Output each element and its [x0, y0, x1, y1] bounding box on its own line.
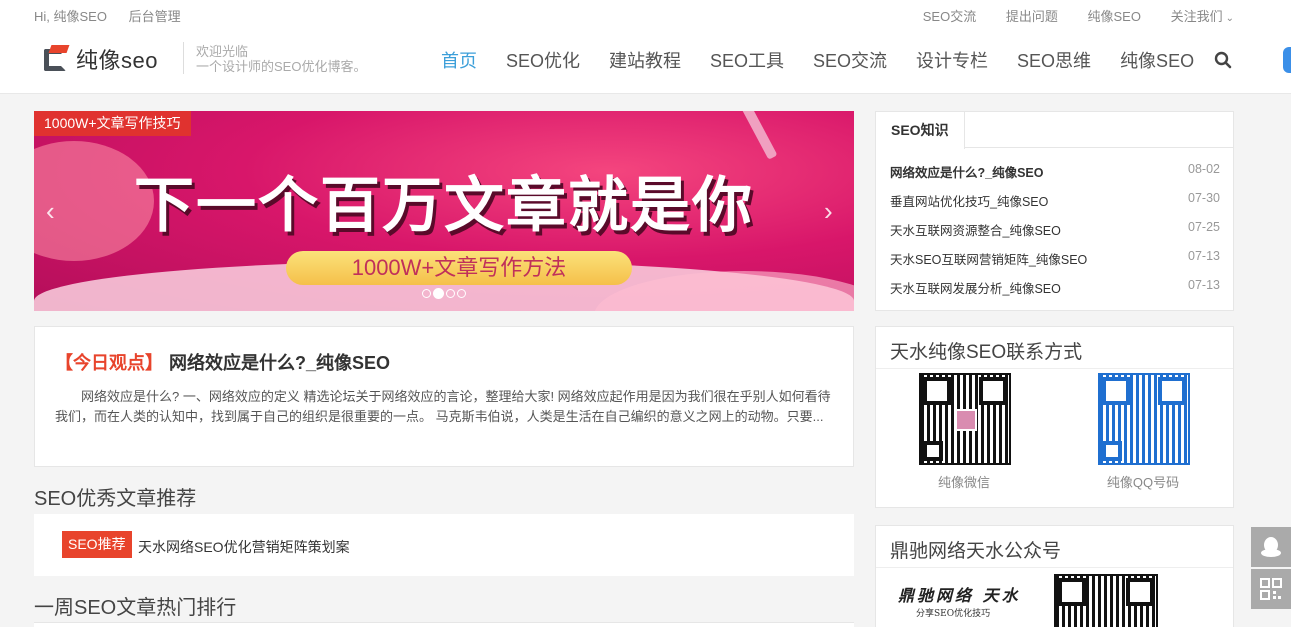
recommend-badge: SEO推荐 [62, 531, 132, 558]
chevron-left-icon[interactable]: ‹ [46, 198, 62, 224]
today-title[interactable]: 【今日观点】 网络效应是什么?_纯像SEO [55, 349, 390, 375]
nav-item-seo-tools[interactable]: SEO工具 [710, 47, 784, 73]
top-link-follow[interactable]: 关注我们 ⌄ [1171, 9, 1234, 24]
recommend-item[interactable]: SEO推荐 天水网络SEO优化营销矩阵策划案 [34, 514, 854, 576]
chevron-right-icon[interactable]: › [824, 198, 840, 224]
qq-label: 纯像QQ号码 [1106, 475, 1180, 490]
nav-item-seo-exchange[interactable]: SEO交流 [813, 47, 887, 73]
chevron-down-icon: ⌄ [1225, 13, 1234, 24]
today-excerpt: 网络效应是什么? 一、网络效应的定义 精选论坛关于网络效应的言论，整理给大家! … [55, 389, 831, 424]
slogan-line-2: 一个设计师的SEO优化博客。 [196, 59, 367, 74]
wechat-label: 纯像微信 [937, 475, 990, 490]
nav-item-chunxiang[interactable]: 纯像SEO [1120, 47, 1194, 73]
qrcode-icon [1260, 578, 1282, 600]
banner-headline: 下一个百万文章就是你 [134, 171, 754, 241]
qrcode-float-button[interactable] [1251, 569, 1291, 609]
logo-divider [183, 42, 184, 74]
contact-widget: 天水纯像SEO联系方式 纯像微信 纯像QQ号码 [875, 326, 1234, 508]
pencil-decoration [740, 111, 778, 160]
today-viewpoint-card: 【今日观点】 网络效应是什么?_纯像SEO 网络效应是什么? 一、网络效应的定义 … [34, 326, 854, 467]
contact-title: 天水纯像SEO联系方式 [890, 342, 1083, 363]
nav-item-seo-optimize[interactable]: SEO优化 [506, 47, 580, 73]
section-title-weekly: 一周SEO文章热门排行 [34, 597, 237, 619]
top-link-chunxiang[interactable]: 纯像SEO [1088, 9, 1141, 24]
nav-item-home[interactable]: 首页 [441, 47, 477, 73]
gzh-brand-sub: 分享SEO优化技巧 [916, 609, 991, 619]
seo-knowledge-widget: SEO知识 网络效应是什么?_纯像SEO 08-02 垂直网站优化技巧_纯像SEO… [875, 111, 1234, 311]
banner-tag: 1000W+文章写作技巧 [34, 111, 191, 136]
slide-dot[interactable] [457, 289, 466, 298]
list-item[interactable]: 网络效应是什么?_纯像SEO 08-02 [890, 162, 1220, 191]
section-title-recommend: SEO优秀文章推荐 [34, 488, 197, 510]
share-tab[interactable] [1283, 47, 1291, 73]
list-item[interactable]: 天水互联网资源整合_纯像SEO 07-25 [890, 220, 1220, 249]
qq-qr-code [1098, 373, 1190, 465]
logo-mark-icon [44, 45, 70, 73]
today-label: 【今日观点】 [55, 353, 163, 373]
site-slogan: 欢迎光临 一个设计师的SEO优化博客。 [196, 44, 366, 74]
gzh-qr-code [1054, 574, 1158, 627]
nav-item-design[interactable]: 设计专栏 [916, 47, 988, 73]
slogan-line-1: 欢迎光临 [196, 44, 249, 59]
logo-text: 纯像seo [76, 48, 158, 73]
slide-dot-active[interactable] [433, 288, 444, 299]
slide-dot[interactable] [422, 289, 431, 298]
nav-item-site-tutorial[interactable]: 建站教程 [609, 47, 681, 73]
today-article-title[interactable]: 网络效应是什么?_纯像SEO [169, 353, 390, 373]
wechat-qr-code [919, 373, 1011, 465]
gzh-brand: 鼎驰网络 天水 [898, 586, 1021, 605]
gzh-title: 鼎驰网络天水公众号 [890, 541, 1062, 562]
list-item[interactable]: 垂直网站优化技巧_纯像SEO 07-30 [890, 191, 1220, 220]
tab-seo-knowledge[interactable]: SEO知识 [876, 112, 965, 149]
admin-link[interactable]: 后台管理 [129, 9, 181, 24]
nav-item-seo-thinking[interactable]: SEO思维 [1017, 47, 1091, 73]
recommend-text[interactable]: 天水网络SEO优化营销矩阵策划案 [138, 537, 350, 557]
slide-dot[interactable] [446, 289, 455, 298]
knowledge-list: 网络效应是什么?_纯像SEO 08-02 垂直网站优化技巧_纯像SEO 07-30 … [890, 162, 1220, 307]
main-nav: 首页 SEO优化 建站教程 SEO工具 SEO交流 设计专栏 SEO思维 纯像S… [441, 47, 1223, 73]
weekly-list-top [34, 622, 854, 627]
slide-indicators [422, 288, 468, 299]
search-icon[interactable] [1214, 51, 1232, 69]
banner-pill: 1000W+文章写作方法 [286, 251, 632, 285]
top-bar: Hi, 纯像SEO 后台管理 SEO交流 提出问题 纯像SEO 关注我们 ⌄ [0, 0, 1291, 28]
site-logo[interactable]: 纯像seo [44, 43, 158, 75]
qq-penguin-icon [1261, 537, 1281, 557]
site-header: 纯像seo 欢迎光临 一个设计师的SEO优化博客。 首页 SEO优化 建站教程 … [0, 28, 1291, 94]
list-item[interactable]: 天水SEO互联网营销矩阵_纯像SEO 07-13 [890, 249, 1220, 278]
top-link-ask-question[interactable]: 提出问题 [1006, 9, 1058, 24]
greeting-text: Hi, 纯像SEO [34, 9, 107, 24]
list-item[interactable]: 天水互联网发展分析_纯像SEO 07-13 [890, 278, 1220, 307]
hero-banner[interactable]: 1000W+文章写作技巧 下一个百万文章就是你 1000W+文章写作方法 ‹ › [34, 111, 854, 311]
official-account-widget: 鼎驰网络天水公众号 鼎驰网络 天水 分享SEO优化技巧 [875, 525, 1234, 627]
qq-float-button[interactable] [1251, 527, 1291, 567]
top-link-seo-exchange[interactable]: SEO交流 [923, 9, 976, 24]
